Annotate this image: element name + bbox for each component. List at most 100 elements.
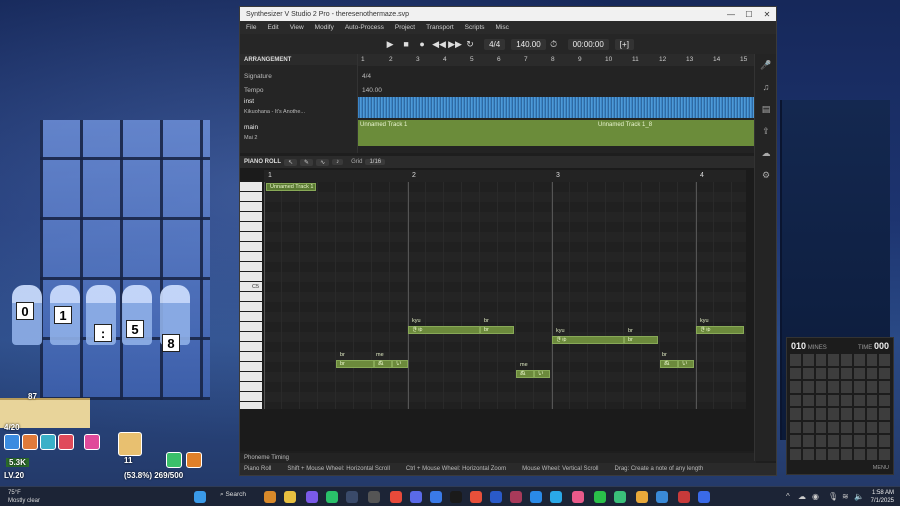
game-item-button[interactable]	[22, 434, 38, 450]
group-tag[interactable]: Unnamed Track 1	[266, 183, 316, 191]
stop-icon[interactable]: ■	[400, 38, 412, 50]
taskbar-app-icon[interactable]	[430, 491, 442, 503]
game-map-button[interactable]	[166, 452, 182, 468]
tray-chevron-icon[interactable]: ^	[786, 492, 790, 501]
record-icon[interactable]: ●	[416, 38, 428, 50]
game-fish-button[interactable]	[4, 434, 20, 450]
note[interactable]: ぬ	[374, 360, 392, 368]
library-icon[interactable]: ▤	[755, 98, 777, 120]
clock[interactable]: 1:58 AM 7/1/2025	[871, 489, 894, 505]
game-shop-button[interactable]	[40, 434, 56, 450]
cloud-icon[interactable]: ☁	[755, 142, 777, 164]
piano-keys[interactable]: C5	[240, 182, 262, 409]
taskbar-app-icon[interactable]	[470, 491, 482, 503]
search-box[interactable]: ⌕ Search	[220, 491, 246, 499]
taskbar-app-icon[interactable]	[530, 491, 542, 503]
note[interactable]: きゅ	[696, 326, 744, 334]
track-inst-name[interactable]: inst	[244, 98, 254, 105]
menu-modify[interactable]: Modify	[315, 24, 334, 31]
metronome-icon[interactable]: ⏱	[548, 38, 560, 50]
taskbar-app-icon[interactable]	[490, 491, 502, 503]
select-tool-icon[interactable]: ↖	[284, 158, 298, 166]
menu-edit[interactable]: Edit	[267, 24, 278, 31]
note[interactable]: br	[624, 336, 658, 344]
menu-misc[interactable]: Misc	[496, 24, 509, 31]
tray-cloud-icon[interactable]: ☁	[798, 492, 806, 501]
grid-select[interactable]: 1/16	[365, 159, 386, 165]
taskbar-app-icon[interactable]	[368, 491, 380, 503]
phoneme-timing-tab[interactable]: Phoneme Timing	[240, 453, 756, 463]
pitch-tool-icon[interactable]: ♪	[332, 159, 344, 165]
track-main-name[interactable]: main	[244, 124, 258, 131]
menu-view[interactable]: View	[290, 24, 304, 31]
tray-mic-icon[interactable]: 🎙	[828, 492, 838, 501]
piano-roll-ruler[interactable]: 1 2 3 4	[264, 170, 746, 182]
music-icon[interactable]: ♫	[755, 76, 777, 98]
menu-scripts[interactable]: Scripts	[465, 24, 485, 31]
inst-audio-waveform[interactable]	[358, 97, 756, 118]
taskbar-app-icon[interactable]	[550, 491, 562, 503]
mine-grid[interactable]	[790, 354, 890, 460]
taskbar-app-icon[interactable]	[346, 491, 358, 503]
taskbar-app-icon[interactable]	[410, 491, 422, 503]
microphone-icon[interactable]: 🎤	[755, 54, 777, 76]
taskbar-app-icon[interactable]	[326, 491, 338, 503]
note[interactable]: ぬ	[516, 370, 534, 378]
tempo-field[interactable]: 140.00	[511, 38, 546, 50]
wifi-icon[interactable]: ≋	[842, 492, 849, 501]
game-bait-button[interactable]	[118, 432, 142, 456]
main-note-group[interactable]: Unnamed Track 1 Unnamed Track 1_8	[358, 120, 756, 146]
taskbar-app-icon[interactable]	[636, 491, 648, 503]
taskbar-app-icon[interactable]	[614, 491, 626, 503]
time-extra[interactable]: [+]	[614, 38, 634, 50]
note[interactable]: い	[678, 360, 694, 368]
menu-file[interactable]: File	[246, 24, 256, 31]
time-signature-field[interactable]: 4/4	[484, 38, 506, 50]
taskbar-app-icon[interactable]	[594, 491, 606, 503]
taskbar-app-icon[interactable]	[678, 491, 690, 503]
note[interactable]: い	[534, 370, 550, 378]
close-button[interactable]: ✕	[758, 10, 776, 19]
menu-transport[interactable]: Transport	[426, 24, 454, 31]
note[interactable]: ぬ	[660, 360, 678, 368]
settings-icon[interactable]: ⚙	[755, 164, 777, 186]
maximize-button[interactable]: ☐	[740, 10, 758, 19]
menu-project[interactable]: Project	[395, 24, 415, 31]
note-grid[interactable]: Unnamed Track 1 br br me ぬ い kyu きゅ br b…	[264, 182, 746, 409]
weather-widget[interactable]: 75°F Mostly clear	[8, 489, 40, 505]
taskbar-app-icon[interactable]	[284, 491, 296, 503]
tray-app-icon[interactable]: ◉	[812, 492, 819, 501]
taskbar-app-icon[interactable]	[572, 491, 584, 503]
arrangement-ruler[interactable]: 1 2 3 4 5 6 7 8 9 10 11 12 13 14 15	[358, 54, 756, 66]
note[interactable]: きゅ	[408, 326, 480, 334]
taskbar-app-icon[interactable]	[698, 491, 710, 503]
play-icon[interactable]: ▶	[384, 38, 396, 50]
game-home-button[interactable]	[186, 452, 202, 468]
taskbar-app-icon[interactable]	[264, 491, 276, 503]
weather-temp: 75°F	[8, 490, 21, 496]
rewind-icon[interactable]: ◀◀	[432, 38, 446, 50]
loop-icon[interactable]: ↻	[464, 38, 476, 50]
pen-tool-icon[interactable]: ✎	[300, 158, 314, 166]
volume-icon[interactable]: 🔈	[854, 492, 864, 501]
note[interactable]: い	[392, 360, 408, 368]
minimize-button[interactable]: —	[722, 10, 740, 19]
note[interactable]: br	[336, 360, 374, 368]
minesweeper-menu[interactable]: MENU	[873, 465, 889, 471]
tempo-value[interactable]: 140.00	[362, 87, 382, 94]
taskbar-app-icon[interactable]	[306, 491, 318, 503]
note[interactable]: きゅ	[552, 336, 624, 344]
signature-value[interactable]: 4/4	[362, 73, 371, 80]
game-quest-button[interactable]	[84, 434, 100, 450]
fast-forward-icon[interactable]: ▶▶	[448, 38, 462, 50]
note[interactable]: br	[480, 326, 514, 334]
export-icon[interactable]: ⇪	[755, 120, 777, 142]
curve-tool-icon[interactable]: ∿	[316, 158, 330, 166]
start-icon[interactable]	[194, 491, 206, 503]
taskbar-app-icon[interactable]	[510, 491, 522, 503]
game-bag-button[interactable]	[58, 434, 74, 450]
taskbar-app-icon[interactable]	[450, 491, 462, 503]
menu-auto-process[interactable]: Auto-Process	[345, 24, 384, 31]
taskbar-app-icon[interactable]	[656, 491, 668, 503]
taskbar-app-icon[interactable]	[390, 491, 402, 503]
